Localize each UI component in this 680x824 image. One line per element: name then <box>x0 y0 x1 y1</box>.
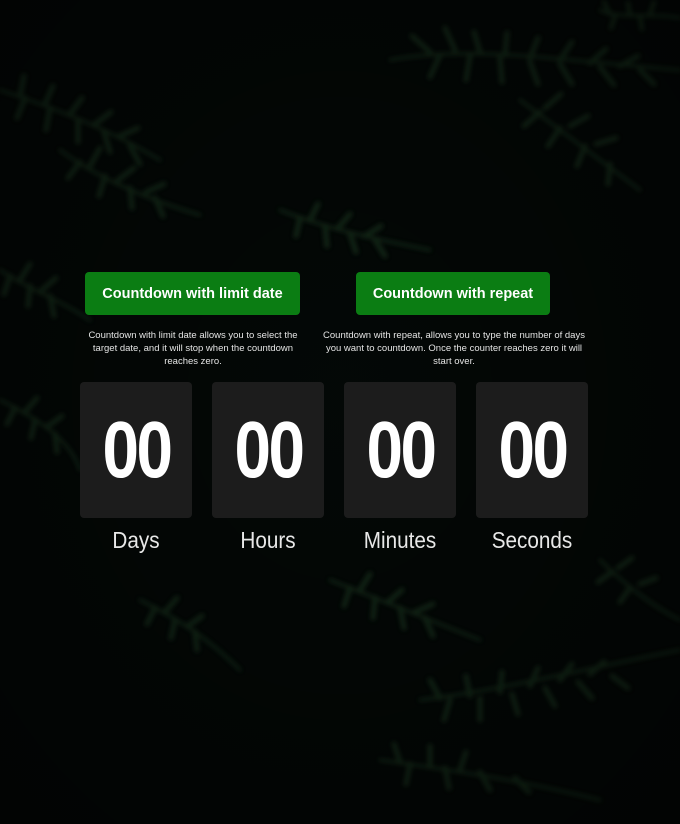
timer-unit-hours: 00 Hours <box>212 382 324 554</box>
countdown-timer: 00 Days 00 Hours 00 Minutes 00 Seconds <box>80 382 589 562</box>
hours-label: Hours <box>240 527 296 553</box>
days-label: Days <box>112 527 160 553</box>
minutes-value: 00 <box>365 405 437 494</box>
seconds-value: 00 <box>497 405 569 494</box>
minutes-label: Minutes <box>363 527 437 553</box>
mode-buttons: Countdown with limit date Countdown with… <box>80 272 589 317</box>
seconds-label: Seconds <box>491 527 573 553</box>
timer-unit-minutes: 00 Minutes <box>344 382 456 554</box>
countdown-panel: Countdown with limit date Countdown with… <box>80 272 589 553</box>
hours-card: 00 <box>212 382 324 518</box>
days-card: 00 <box>80 382 192 518</box>
seconds-card: 00 <box>476 382 588 518</box>
countdown-repeat-button[interactable]: Countdown with repeat <box>356 272 550 315</box>
countdown-page: Countdown with limit date Countdown with… <box>0 0 680 824</box>
timer-unit-seconds: 00 Seconds <box>476 382 588 554</box>
limit-date-description: Countdown with limit date allows you to … <box>88 330 298 367</box>
repeat-description: Countdown with repeat, allows you to typ… <box>323 330 585 367</box>
days-value: 00 <box>101 405 173 494</box>
timer-unit-days: 00 Days <box>80 382 192 554</box>
minutes-card: 00 <box>344 382 456 518</box>
countdown-limit-date-button[interactable]: Countdown with limit date <box>85 272 300 315</box>
hours-value: 00 <box>233 405 305 494</box>
